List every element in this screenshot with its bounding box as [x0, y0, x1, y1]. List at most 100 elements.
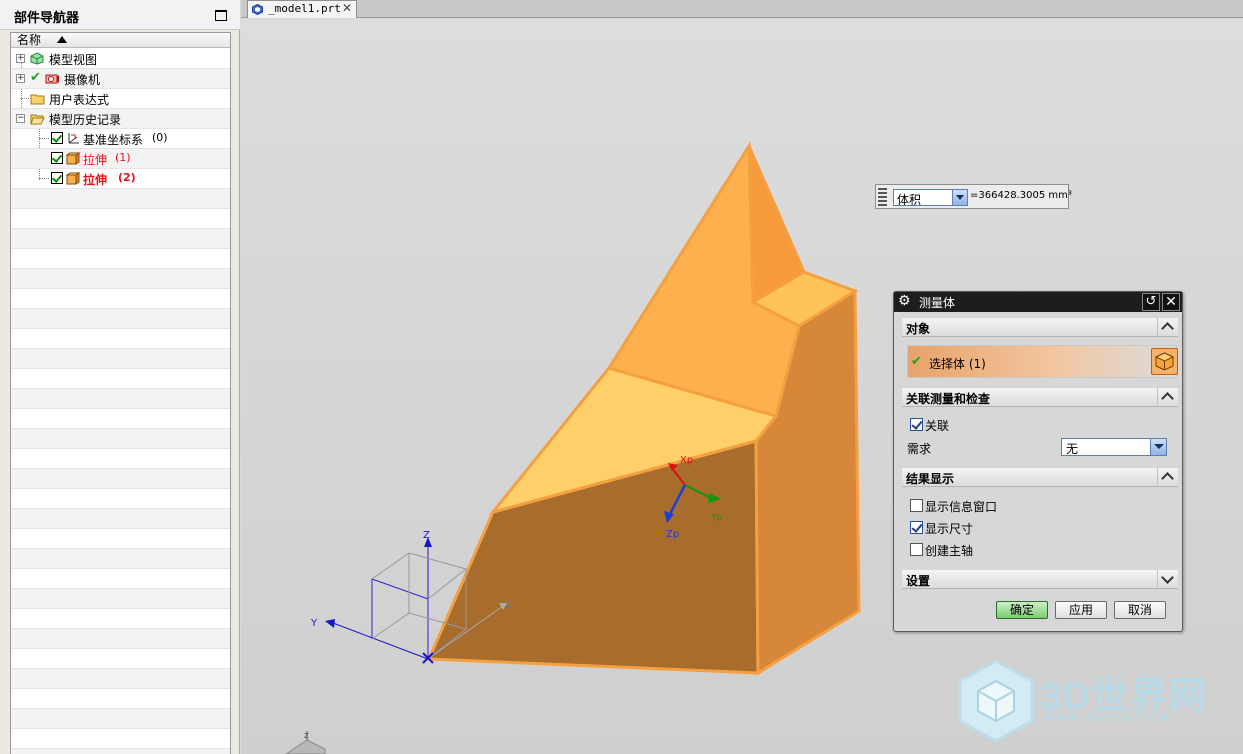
empty-tree-row — [11, 629, 230, 649]
z-axis-label: Z — [423, 530, 430, 541]
select-body-button[interactable] — [1151, 348, 1178, 375]
gear-icon[interactable]: ⚙ — [898, 294, 913, 309]
associative-checkbox[interactable] — [910, 418, 923, 431]
empty-tree-row — [11, 269, 230, 289]
part-navigator-title: 部件导航器 — [14, 11, 80, 26]
empty-tree-row — [11, 449, 230, 469]
tree-item-label: 拉伸 — [83, 153, 108, 167]
watermark-url: WWW.3DSJW.COM — [1044, 712, 1170, 724]
measure-bodies-dialog: ⚙ 测量体 ↺ ✕ 对象 ✔ 选择体 (1) 关联测量和检查 关联 需求 无 结… — [893, 291, 1183, 632]
part-file-icon — [252, 4, 263, 15]
watermark: 3D世界网 WWW.3DSJW.COM — [958, 659, 1228, 743]
dialog-title: 测量体 — [919, 296, 956, 310]
tree-item-datum-csys[interactable]: 基准坐标系 (0) — [11, 129, 230, 149]
expand-icon[interactable]: + — [16, 74, 25, 83]
cancel-button[interactable]: 取消 — [1114, 601, 1166, 619]
collapse-icon[interactable] — [1157, 468, 1177, 487]
empty-tree-row — [11, 509, 230, 529]
show-dimensions-label: 显示尺寸 — [925, 522, 974, 536]
empty-tree-row — [11, 469, 230, 489]
show-info-window-checkbox[interactable] — [910, 499, 923, 512]
drag-handle[interactable] — [878, 188, 887, 206]
show-info-window-label: 显示信息窗口 — [925, 500, 998, 514]
empty-tree-row — [11, 229, 230, 249]
requirement-select[interactable]: 无 — [1061, 438, 1167, 456]
empty-tree-row — [11, 369, 230, 389]
show-dimensions-checkbox[interactable] — [910, 521, 923, 534]
empty-tree-row — [11, 649, 230, 669]
tab-model1-prt[interactable]: _model1.prt ✕ — [247, 0, 357, 18]
ok-button[interactable]: 确定 — [996, 601, 1048, 619]
expand-icon[interactable] — [1157, 570, 1177, 589]
group-results-display[interactable]: 结果显示 — [902, 468, 1178, 487]
chevron-down-icon[interactable] — [1150, 439, 1166, 455]
reset-icon[interactable]: ↺ — [1142, 293, 1160, 311]
tree-item-extrude-1[interactable]: 拉伸 (1) — [11, 149, 230, 169]
tree-item-label: 基准坐标系 — [83, 133, 144, 147]
tree-item-suffix: (0) — [152, 131, 168, 144]
solid-body-icon — [1154, 352, 1175, 371]
group-title: 对象 — [906, 322, 931, 336]
apply-button[interactable]: 应用 — [1055, 601, 1107, 619]
close-icon[interactable]: ✕ — [1162, 293, 1180, 311]
select-body-row[interactable]: ✔ 选择体 (1) — [907, 345, 1178, 378]
tree-item-user-expressions[interactable]: 用户表达式 — [11, 89, 230, 109]
tree-item-label: 模型历史记录 — [49, 113, 122, 127]
maximize-icon[interactable] — [215, 10, 227, 21]
tree-item-model-history[interactable]: − 模型历史记录 — [11, 109, 230, 129]
feature-checkbox[interactable] — [51, 172, 63, 184]
name-column-header[interactable]: 名称 — [11, 33, 230, 48]
empty-tree-row — [11, 209, 230, 229]
chevron-down-icon[interactable] — [952, 190, 967, 205]
create-principal-axes-checkbox[interactable] — [910, 543, 923, 556]
nx-window: 部件导航器 名称 + 模型视图 + ✔ 摄像机 用户表达式 − 模型历史记录 基… — [0, 0, 1243, 754]
group-title: 关联测量和检查 — [906, 392, 991, 406]
empty-tree-row — [11, 549, 230, 569]
group-title: 结果显示 — [906, 472, 955, 486]
checkmark-icon: ✔ — [911, 354, 922, 369]
empty-tree-row — [11, 489, 230, 509]
empty-tree-row — [11, 189, 230, 209]
empty-tree-row — [11, 329, 230, 349]
empty-tree-row — [11, 589, 230, 609]
collapse-icon[interactable] — [1157, 388, 1177, 407]
group-associative-measure[interactable]: 关联测量和检查 — [902, 388, 1178, 407]
collapse-icon[interactable] — [1157, 318, 1177, 337]
tree-item-suffix: (1) — [115, 151, 131, 164]
tree-item-label: 摄像机 — [64, 73, 101, 87]
dialog-title-bar[interactable]: ⚙ 测量体 ↺ ✕ — [894, 292, 1182, 312]
volume-value: =366428.3005 mm³ — [970, 190, 1072, 201]
group-settings[interactable]: 设置 — [902, 570, 1178, 589]
empty-tree-row — [11, 669, 230, 689]
collapse-icon[interactable]: − — [16, 114, 25, 123]
feature-checkbox[interactable] — [51, 152, 63, 164]
checkmark-icon: ✔ — [30, 70, 41, 85]
select-body-label: 选择体 (1) — [929, 357, 986, 371]
navigator-tree: 名称 + 模型视图 + ✔ 摄像机 用户表达式 − 模型历史记录 基准坐标系 (… — [10, 32, 231, 754]
model-views-icon — [30, 52, 44, 65]
feature-checkbox[interactable] — [51, 132, 63, 144]
svg-text:Z: Z — [304, 732, 309, 740]
measure-type-select[interactable]: 体积 — [893, 189, 968, 207]
create-principal-axes-label: 创建主轴 — [925, 544, 974, 558]
tree-item-model-views[interactable]: + 模型视图 — [11, 49, 230, 69]
expand-icon[interactable]: + — [16, 54, 25, 63]
tree-item-camera[interactable]: + ✔ 摄像机 — [11, 69, 230, 89]
group-object[interactable]: 对象 — [902, 318, 1178, 337]
tree-item-extrude-2[interactable]: 拉伸 (2) — [11, 169, 230, 189]
tab-title: _model1.prt — [268, 2, 341, 15]
group-title: 设置 — [906, 574, 931, 588]
empty-tree-row — [11, 349, 230, 369]
zp-axis-label: Zp — [666, 529, 679, 540]
empty-tree-row — [11, 409, 230, 429]
sort-ascending-icon — [57, 36, 67, 43]
view-triad: Z — [285, 731, 326, 754]
empty-tree-row — [11, 609, 230, 629]
empty-tree-row — [11, 389, 230, 409]
close-icon[interactable]: ✕ — [342, 1, 352, 15]
folder-icon — [30, 94, 45, 105]
solid-body[interactable] — [426, 141, 861, 676]
empty-tree-row — [11, 249, 230, 269]
yp-axis-label: Yp — [710, 513, 722, 523]
empty-tree-row — [11, 529, 230, 549]
